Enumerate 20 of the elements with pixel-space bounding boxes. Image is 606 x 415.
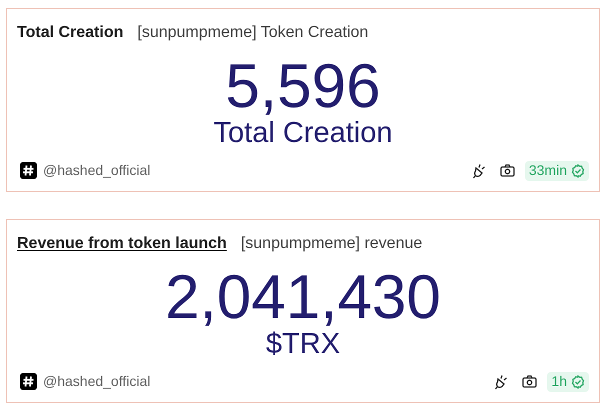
query-name: [sunpumpmeme] revenue bbox=[240, 234, 422, 254]
counter-value: 2,041,430 bbox=[165, 268, 441, 328]
freshness-badge: 1h bbox=[547, 372, 589, 392]
counter-value: 5,596 bbox=[225, 56, 381, 116]
plug-icon[interactable] bbox=[472, 162, 486, 178]
camera-icon[interactable] bbox=[500, 164, 515, 177]
freshness-badge: 33min bbox=[524, 160, 589, 180]
card-title[interactable]: Revenue from token launch bbox=[17, 232, 227, 256]
author-name[interactable]: @hashed_official bbox=[43, 160, 150, 181]
counter-label: $TRX bbox=[266, 328, 340, 360]
hash-icon bbox=[20, 373, 37, 390]
camera-icon[interactable] bbox=[522, 375, 538, 388]
hash-icon bbox=[20, 162, 37, 179]
plug-icon[interactable] bbox=[494, 374, 508, 390]
author-name[interactable]: @hashed_official bbox=[43, 371, 150, 392]
verified-icon bbox=[571, 164, 585, 178]
counter-label: Total Creation bbox=[214, 116, 392, 148]
card-title[interactable]: Total Creation bbox=[17, 21, 124, 45]
query-name: [sunpumpmeme] Token Creation bbox=[137, 23, 368, 43]
verified-icon bbox=[571, 374, 585, 388]
